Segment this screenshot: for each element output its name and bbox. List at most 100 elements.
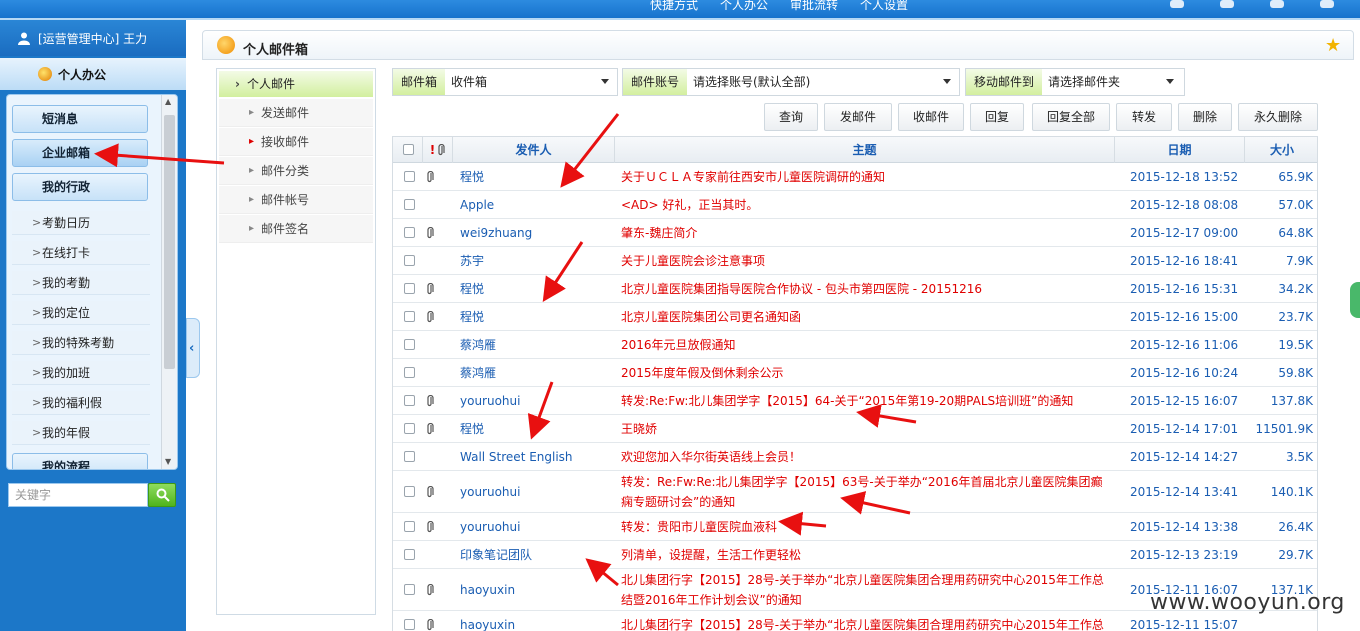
folder-header[interactable]: › 个人邮件 — [219, 71, 373, 97]
row-sender[interactable]: haoyuxin — [460, 615, 515, 631]
row-sender[interactable]: wei9zhuang — [460, 223, 532, 243]
search-button[interactable] — [148, 483, 176, 507]
row-subject[interactable]: 转发：Re:Fw:Re:北儿集团学字【2015】63号-关于举办“2016年首届… — [621, 472, 1113, 512]
move-to-select[interactable]: 移动邮件到 请选择邮件夹 — [965, 68, 1185, 96]
table-row[interactable]: 程悦 北京儿童医院集团指导医院合作协议 - 包头市第四医院 - 20151216 2… — [393, 275, 1317, 303]
top-icon-1[interactable] — [1170, 0, 1184, 8]
side-tab[interactable] — [1350, 282, 1360, 318]
top-icon-2[interactable] — [1220, 0, 1234, 8]
header-subject[interactable]: 主题 — [615, 137, 1115, 163]
row-checkbox[interactable] — [404, 227, 415, 238]
row-sender[interactable]: Apple — [460, 195, 494, 215]
row-sender[interactable]: 程悦 — [460, 419, 484, 439]
table-row[interactable]: wei9zhuang 肇东-魏庄简介 2015-12-17 09:00 64.8K — [393, 219, 1317, 247]
sidebar-item-attendance-calendar[interactable]: > 考勤日历 — [12, 211, 150, 235]
table-row[interactable]: 蔡鸿雁 2015年度年假及倒休剩余公示 2015-12-16 10:24 59.8K — [393, 359, 1317, 387]
row-checkbox[interactable] — [404, 367, 415, 378]
query-button[interactable]: 查询 — [764, 103, 818, 131]
sidebar-item-special-attendance[interactable]: > 我的特殊考勤 — [12, 331, 150, 355]
account-select[interactable]: 邮件账号 请选择账号(默认全部) — [622, 68, 960, 96]
row-sender[interactable]: haoyuxin — [460, 580, 515, 600]
row-sender[interactable]: 程悦 — [460, 167, 484, 187]
folder-item-signature[interactable]: ▸ 邮件签名 — [219, 215, 373, 243]
row-subject[interactable]: 2015年度年假及倒休剩余公示 — [621, 363, 1113, 383]
row-checkbox[interactable] — [404, 255, 415, 266]
row-subject[interactable]: <AD> 好礼，正当其时。 — [621, 195, 1113, 215]
folder-item-accounts[interactable]: ▸ 邮件帐号 — [219, 186, 373, 214]
top-nav-approval[interactable]: 审批流转 — [790, 0, 838, 14]
row-subject[interactable]: 欢迎您加入华尔街英语线上会员！ — [621, 447, 1113, 467]
sidebar-group-workflow[interactable]: 我的流程 — [12, 453, 148, 469]
table-row[interactable]: 蔡鸿雁 2016年元旦放假通知 2015-12-16 11:06 19.5K — [393, 331, 1317, 359]
row-checkbox[interactable] — [404, 395, 415, 406]
folder-item-sent[interactable]: ▸ 发送邮件 — [219, 99, 373, 127]
sidebar-item-overtime[interactable]: > 我的加班 — [12, 361, 150, 385]
star-icon[interactable]: ★ — [1325, 35, 1341, 56]
row-checkbox[interactable] — [404, 619, 415, 630]
header-date[interactable]: 日期 — [1115, 137, 1245, 163]
row-sender[interactable]: youruohui — [460, 482, 520, 502]
send-mail-button[interactable]: 发邮件 — [824, 103, 892, 131]
keyword-search-input[interactable]: 关键字 — [8, 483, 148, 507]
row-sender[interactable]: 程悦 — [460, 279, 484, 299]
header-important-attach[interactable]: ! — [423, 137, 453, 163]
table-row[interactable]: Apple <AD> 好礼，正当其时。 2015-12-18 08:08 57.0K — [393, 191, 1317, 219]
mailbox-select[interactable]: 邮件箱 收件箱 — [392, 68, 618, 96]
sidebar-item-my-location[interactable]: > 我的定位 — [12, 301, 150, 325]
row-sender[interactable]: 蔡鸿雁 — [460, 363, 496, 383]
row-sender[interactable]: Wall Street English — [460, 447, 573, 467]
table-row[interactable]: 程悦 王晓娇 2015-12-14 17:01 11501.9K — [393, 415, 1317, 443]
row-subject[interactable]: 王晓娇 — [621, 419, 1113, 439]
sidebar-item-welfare-leave[interactable]: > 我的福利假 — [12, 391, 150, 415]
table-row[interactable]: 程悦 关于ＵＣＬＡ专家前往西安市儿童医院调研的通知 2015-12-18 13:52… — [393, 163, 1317, 191]
row-checkbox[interactable] — [404, 521, 415, 532]
row-sender[interactable]: 蔡鸿雁 — [460, 335, 496, 355]
header-size[interactable]: 大小 — [1245, 137, 1317, 163]
select-all-checkbox[interactable] — [403, 144, 414, 155]
header-sender[interactable]: 发件人 — [453, 137, 615, 163]
row-checkbox[interactable] — [404, 423, 415, 434]
row-subject[interactable]: 关于儿童医院会诊注意事项 — [621, 251, 1113, 271]
folder-item-categories[interactable]: ▸ 邮件分类 — [219, 157, 373, 185]
sidebar-item-annual-leave[interactable]: > 我的年假 — [12, 421, 150, 445]
row-subject[interactable]: 2016年元旦放假通知 — [621, 335, 1113, 355]
row-subject[interactable]: 北儿集团行字【2015】28号-关于举办“北京儿童医院集团合理用药研究中心201… — [621, 615, 1113, 631]
row-sender[interactable]: 程悦 — [460, 307, 484, 327]
scrollbar-thumb[interactable] — [164, 115, 175, 369]
row-subject[interactable]: 关于ＵＣＬＡ专家前往西安市儿童医院调研的通知 — [621, 167, 1113, 187]
receive-mail-button[interactable]: 收邮件 — [898, 103, 964, 131]
sidebar-group-messages[interactable]: 短消息 — [12, 105, 148, 133]
top-icon-3[interactable] — [1270, 0, 1284, 8]
row-checkbox[interactable] — [404, 584, 415, 595]
top-nav-settings[interactable]: 个人设置 — [860, 0, 908, 14]
row-sender[interactable]: 印象笔记团队 — [460, 545, 532, 565]
row-subject[interactable]: 转发:Re:Fw:北儿集团学字【2015】64-关于“2015年第19-20期P… — [621, 391, 1113, 411]
row-checkbox[interactable] — [404, 549, 415, 560]
scroll-up-icon[interactable]: ▲ — [165, 97, 171, 106]
top-nav-office[interactable]: 个人办公 — [720, 0, 768, 14]
top-nav-shortcut[interactable]: 快捷方式 — [650, 0, 698, 14]
row-checkbox[interactable] — [404, 311, 415, 322]
office-bar[interactable]: 个人办公 — [0, 58, 186, 90]
forward-button[interactable]: 转发 — [1116, 103, 1172, 131]
sidebar-item-clock-in[interactable]: > 在线打卡 — [12, 241, 150, 265]
row-subject[interactable]: 北儿集团行字【2015】28号-关于举办“北京儿童医院集团合理用药研究中心201… — [621, 570, 1113, 610]
row-checkbox[interactable] — [404, 486, 415, 497]
delete-button[interactable]: 删除 — [1178, 103, 1232, 131]
sidebar-collapse-toggle[interactable]: ‹ — [186, 318, 200, 378]
row-checkbox[interactable] — [404, 199, 415, 210]
row-sender[interactable]: youruohui — [460, 391, 520, 411]
row-subject[interactable]: 肇东-魏庄简介 — [621, 223, 1113, 243]
table-row[interactable]: youruohui 转发：Re:Fw:Re:北儿集团学字【2015】63号-关于举… — [393, 471, 1317, 513]
row-checkbox[interactable] — [404, 283, 415, 294]
scroll-down-icon[interactable]: ▼ — [165, 457, 171, 466]
row-subject[interactable]: 转发：贵阳市儿童医院血液科 — [621, 517, 1113, 537]
row-subject[interactable]: 列清单，设提醒，生活工作更轻松 — [621, 545, 1113, 565]
sidebar-group-mail[interactable]: 企业邮箱 — [12, 139, 148, 167]
row-checkbox[interactable] — [404, 451, 415, 462]
table-row[interactable]: 苏宇 关于儿童医院会诊注意事项 2015-12-16 18:41 7.9K — [393, 247, 1317, 275]
permanent-delete-button[interactable]: 永久删除 — [1238, 103, 1318, 131]
reply-button[interactable]: 回复 — [970, 103, 1024, 131]
table-row[interactable]: 印象笔记团队 列清单，设提醒，生活工作更轻松 2015-12-13 23:19 29.… — [393, 541, 1317, 569]
row-checkbox[interactable] — [404, 339, 415, 350]
